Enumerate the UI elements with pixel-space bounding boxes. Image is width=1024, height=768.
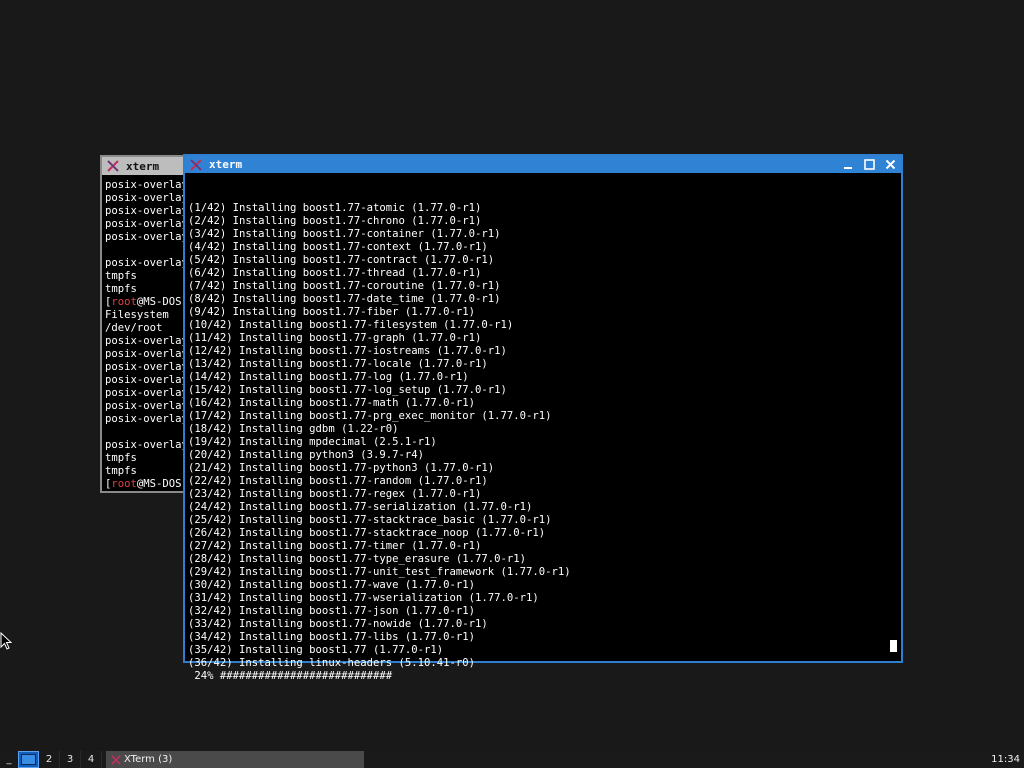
terminal-line: (21/42) Installing boost1.77-python3 (1.… — [188, 462, 495, 474]
xterm-window-front[interactable]: xterm (1/42) Installing boost1.77-atomic… — [183, 154, 903, 682]
terminal-line: (27/42) Installing boost1.77-timer (1.77… — [188, 540, 482, 552]
terminal-line: (10/42) Installing boost1.77-filesystem … — [188, 319, 514, 331]
terminal-line: (20/42) Installing python3 (3.9.7-r4) — [188, 449, 424, 461]
terminal-line: (3/42) Installing boost1.77-container (1… — [188, 228, 501, 240]
terminal-line: (22/42) Installing boost1.77-random (1.7… — [188, 475, 488, 487]
terminal-line: (35/42) Installing boost1.77 (1.77.0-r1) — [188, 644, 444, 656]
terminal-line: (36/42) Installing linux-headers (5.10.4… — [188, 657, 476, 669]
terminal-line: (8/42) Installing boost1.77-date_time (1… — [188, 293, 501, 305]
clock: 11:34 — [991, 754, 1020, 765]
xterm-icon — [110, 754, 121, 765]
close-button[interactable] — [882, 157, 899, 172]
window-title-back: xterm — [126, 159, 160, 173]
maximize-button[interactable] — [861, 157, 878, 172]
terminal-line: (33/42) Installing boost1.77-nowide (1.7… — [188, 618, 488, 630]
minimize-icon — [844, 167, 852, 169]
maximize-icon — [864, 159, 875, 170]
xterm-icon — [106, 160, 119, 173]
desktop: xterm posix-overlay posix-overlay posix-ov… — [0, 0, 1024, 768]
terminal-line: (32/42) Installing boost1.77-json (1.77.… — [188, 605, 476, 617]
xterm-icon — [189, 158, 202, 171]
workspace-label: 2 — [45, 754, 53, 765]
terminal-line: (24/42) Installing boost1.77-serializati… — [188, 501, 533, 513]
desktop-icon — [21, 754, 36, 765]
window-title-front: xterm — [209, 158, 243, 171]
terminal-output-front[interactable]: (1/42) Installing boost1.77-atomic (1.77… — [185, 173, 901, 682]
terminal-line: (16/42) Installing boost1.77-math (1.77.… — [188, 397, 476, 409]
workspace-3-button[interactable]: 3 — [60, 751, 81, 768]
terminal-line: (26/42) Installing boost1.77-stacktrace_… — [188, 527, 546, 539]
terminal-line: (29/42) Installing boost1.77-unit_test_f… — [188, 566, 571, 578]
workspace-label: 4 — [87, 754, 95, 765]
terminal-line: (15/42) Installing boost1.77-log_setup (… — [188, 384, 507, 396]
close-icon — [885, 159, 896, 170]
titlebar-front[interactable]: xterm — [185, 156, 901, 173]
terminal-line: (1/42) Installing boost1.77-atomic (1.77… — [188, 202, 482, 214]
prompt-user: root — [111, 296, 137, 308]
terminal-line: (12/42) Installing boost1.77-iostreams (… — [188, 345, 507, 357]
minimize-button[interactable] — [840, 157, 857, 172]
window-controls — [840, 156, 899, 173]
workspace-label: 3 — [66, 754, 74, 765]
prompt-user: root — [111, 478, 137, 490]
terminal-line: (18/42) Installing gdbm (1.22-r0) — [188, 423, 399, 435]
taskbar-menu-button[interactable]: _ — [0, 751, 18, 768]
task-label: XTerm (3) — [124, 754, 173, 765]
terminal-line: 24% ########################### — [188, 670, 393, 682]
terminal-line: (28/42) Installing boost1.77-type_erasur… — [188, 553, 527, 565]
terminal-line: (7/42) Installing boost1.77-coroutine (1… — [188, 280, 501, 292]
terminal-line: (25/42) Installing boost1.77-stacktrace_… — [188, 514, 552, 526]
terminal-line: (2/42) Installing boost1.77-chrono (1.77… — [188, 215, 482, 227]
workspace-4-button[interactable]: 4 — [81, 751, 102, 768]
menu-label: _ — [6, 754, 12, 765]
terminal-line: (13/42) Installing boost1.77-locale (1.7… — [188, 358, 488, 370]
terminal-line: (5/42) Installing boost1.77-contract (1.… — [188, 254, 495, 266]
terminal-line: (9/42) Installing boost1.77-fiber (1.77.… — [188, 306, 476, 318]
terminal-line: (34/42) Installing boost1.77-libs (1.77.… — [188, 631, 476, 643]
taskbar-task-xterm[interactable]: XTerm (3) — [106, 751, 364, 768]
terminal-line: (6/42) Installing boost1.77-thread (1.77… — [188, 267, 482, 279]
terminal-line: (31/42) Installing boost1.77-wserializat… — [188, 592, 539, 604]
taskbar: _ 2 3 4 XTerm (3) 11:34 — [0, 751, 1024, 768]
workspace-2-button[interactable]: 2 — [39, 751, 60, 768]
workspace-1-button[interactable] — [18, 751, 39, 768]
terminal-line: (11/42) Installing boost1.77-graph (1.77… — [188, 332, 482, 344]
terminal-line: (14/42) Installing boost1.77-log (1.77.0… — [188, 371, 469, 383]
terminal-cursor — [890, 640, 897, 652]
terminal-line: (4/42) Installing boost1.77-context (1.7… — [188, 241, 488, 253]
terminal-line: (19/42) Installing mpdecimal (2.5.1-r1) — [188, 436, 437, 448]
terminal-line: (17/42) Installing boost1.77-prg_exec_mo… — [188, 410, 552, 422]
terminal-line: (30/42) Installing boost1.77-wave (1.77.… — [188, 579, 476, 591]
terminal-line: (23/42) Installing boost1.77-regex (1.77… — [188, 488, 482, 500]
mouse-pointer-icon — [0, 632, 13, 650]
